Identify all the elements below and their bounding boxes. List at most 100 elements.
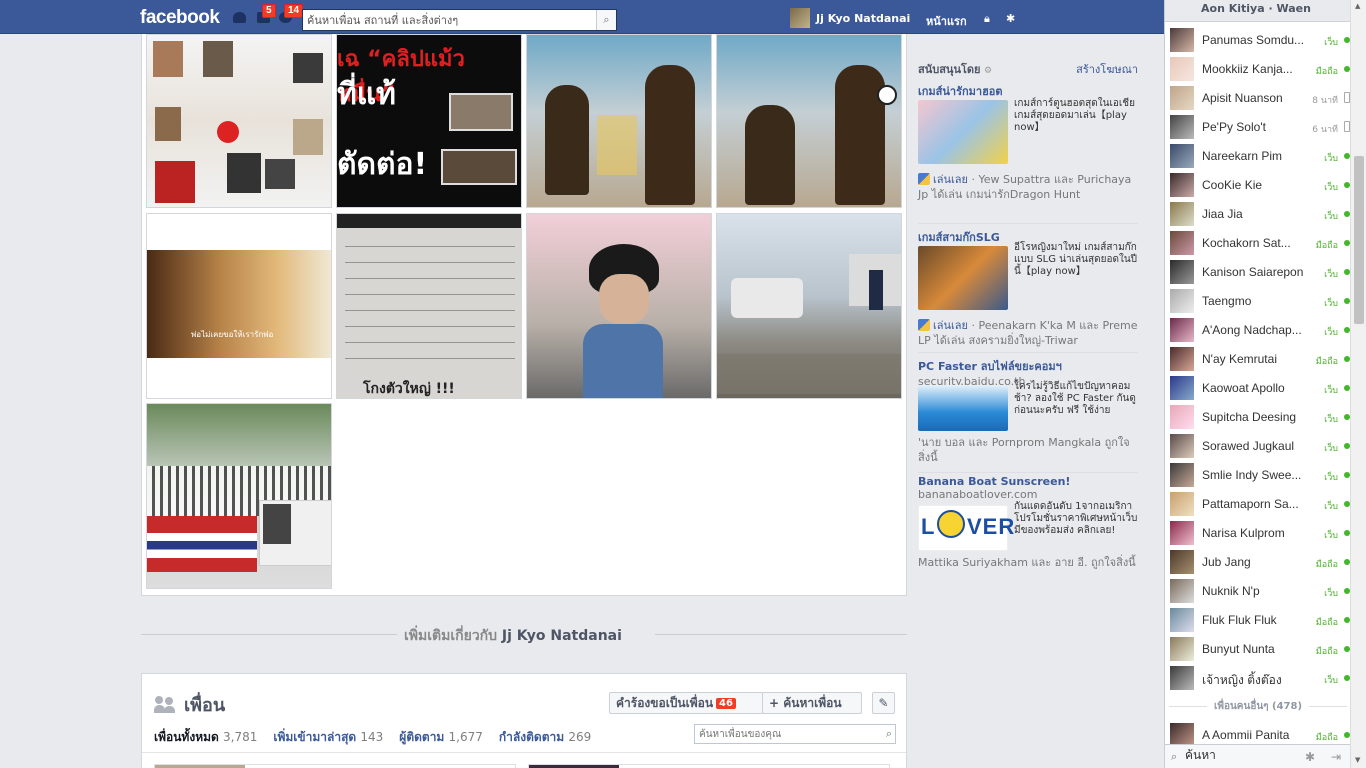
chat-contact[interactable]: Kaowoat Apollo เว็บ bbox=[1170, 375, 1350, 401]
search-icon[interactable]: ⌕ bbox=[886, 727, 892, 741]
chat-contact[interactable]: Mookkiiz Kanja... มือถือ bbox=[1170, 56, 1350, 82]
chat-contact-status: 6 นาที bbox=[1312, 125, 1338, 135]
chat-search-input[interactable] bbox=[1185, 748, 1295, 762]
divider-line bbox=[655, 634, 907, 635]
search-icon[interactable]: ⌕ bbox=[596, 10, 616, 30]
play-now-link[interactable]: เล่นเลย bbox=[933, 173, 968, 186]
photos-panel: เฉ “คลิปแม้วหมื่น” ที่แท้ ตัดต่อ! พ่อไม่… bbox=[141, 34, 907, 596]
ad-unit: เกมส์สามก๊กSLG อีโรหญิงมาใหม่ เกมส์สามก๊… bbox=[918, 228, 1138, 378]
ad-image[interactable] bbox=[918, 100, 1008, 164]
tab-following[interactable]: กำลังติดตาม 269 bbox=[499, 728, 591, 747]
avatar bbox=[1170, 608, 1194, 632]
friend-requests-button[interactable]: คำร้องขอเป็นเพื่อน 46 bbox=[609, 692, 763, 714]
chat-contact[interactable]: Narisa Kulprom เว็บ bbox=[1170, 520, 1350, 546]
friends-search-input[interactable] bbox=[695, 725, 875, 743]
scroll-up-icon[interactable]: ▲ bbox=[1355, 2, 1360, 10]
home-link[interactable]: หน้าแรก bbox=[926, 12, 967, 30]
chat-contact[interactable]: Nuknik N'p เว็บ bbox=[1170, 578, 1350, 604]
profile-link[interactable]: Jj Kyo Natdanai bbox=[790, 8, 910, 28]
scroll-down-icon[interactable]: ▼ bbox=[1355, 756, 1360, 764]
chat-contact-status: มือถือ bbox=[1315, 560, 1338, 570]
chat-contact[interactable]: CooKie Kie เว็บ bbox=[1170, 172, 1350, 198]
app-icon bbox=[918, 173, 930, 185]
friend-requests-label: คำร้องขอเป็นเพื่อน bbox=[616, 695, 714, 710]
chat-contact[interactable]: N'ay Kemrutai มือถือ bbox=[1170, 346, 1350, 372]
photo-thumbnail[interactable]: เฉ “คลิปแม้วหมื่น” ที่แท้ ตัดต่อ! bbox=[336, 34, 522, 208]
friend-card[interactable] bbox=[154, 764, 516, 768]
photo-thumbnail[interactable] bbox=[146, 34, 332, 208]
chat-contact-status: เว็บ bbox=[1324, 183, 1338, 193]
friends-tabs: เพื่อนทั้งหมด 3,781 เพิ่มเข้ามาล่าสุด 14… bbox=[154, 728, 591, 747]
chat-search-bar: ⌕ ✱ ⇥ bbox=[1165, 744, 1351, 768]
photo-thumbnail[interactable]: พ่อไม่เคยขอให้เรารักพ่อ bbox=[146, 213, 332, 399]
tab-all-friends[interactable]: เพื่อนทั้งหมด 3,781 bbox=[154, 728, 257, 747]
find-friends-button[interactable]: + ค้นหาเพื่อน bbox=[762, 692, 862, 714]
friend-requests-icon[interactable] bbox=[232, 10, 248, 24]
chat-contact-status: เว็บ bbox=[1324, 531, 1338, 541]
ad-url[interactable]: bananaboatlover.com bbox=[918, 488, 1138, 501]
avatar bbox=[1170, 492, 1194, 516]
facebook-logo[interactable]: facebook bbox=[140, 7, 220, 29]
ad-image[interactable] bbox=[918, 246, 1008, 310]
edit-pencil-icon[interactable]: ✎ bbox=[872, 692, 895, 714]
top-bar: facebook 5 14 ⌕ Jj Kyo Natdanai หน้าแรก … bbox=[0, 0, 1164, 34]
play-now-link[interactable]: เล่นเลย bbox=[933, 319, 968, 332]
chat-contact[interactable]: Jiaa Jia เว็บ bbox=[1170, 201, 1350, 227]
create-ad-link[interactable]: สร้างโฆษณา bbox=[1076, 60, 1138, 78]
notifications-icon[interactable]: 14 bbox=[278, 4, 304, 24]
ad-title[interactable]: PC Faster ลบไฟล์ขยะคอมฯ bbox=[918, 357, 1138, 375]
chat-contact[interactable]: เจ้าหญิง ติ้งต๊อง เว็บ bbox=[1170, 665, 1350, 691]
friends-divider bbox=[142, 752, 906, 753]
chat-contact[interactable]: Kochakorn Sat... มือถือ bbox=[1170, 230, 1350, 256]
ad-social-context: 'นาย บอล และ Pornprom Mangkala ถูกใจสิ่ง… bbox=[918, 436, 1130, 464]
avatar bbox=[1170, 579, 1194, 603]
sponsored-info-icon[interactable]: ⚙ bbox=[984, 66, 992, 76]
sidebar-toggle-icon[interactable]: ⇥ bbox=[1331, 750, 1341, 764]
photo-thumbnail[interactable] bbox=[146, 403, 332, 589]
tab-recently-added[interactable]: เพิ่มเข้ามาล่าสุด 143 bbox=[273, 728, 383, 747]
chat-contact[interactable]: Supitcha Deesing เว็บ bbox=[1170, 404, 1350, 430]
photo-thumbnail[interactable] bbox=[526, 213, 712, 399]
chat-contact[interactable]: Pattamaporn Sa... เว็บ bbox=[1170, 491, 1350, 517]
gear-icon[interactable]: ✱ bbox=[1305, 750, 1315, 764]
chat-contact[interactable]: Kanison Saiarepon เว็บ bbox=[1170, 259, 1350, 285]
chat-contact-status: เว็บ bbox=[1324, 270, 1338, 280]
chat-contact-name: Taengmo bbox=[1202, 294, 1252, 308]
chat-contact-name: Mookkiiz Kanja... bbox=[1202, 62, 1293, 76]
chat-contact[interactable]: Smlie Indy Swee... เว็บ bbox=[1170, 462, 1350, 488]
chat-contact[interactable]: Panumas Somdu... เว็บ bbox=[1170, 27, 1350, 53]
chat-contact[interactable]: Fluk Fluk Fluk มือถือ bbox=[1170, 607, 1350, 633]
chat-contact[interactable]: A'Aong Nadchap... เว็บ bbox=[1170, 317, 1350, 343]
avatar bbox=[1170, 347, 1194, 371]
ad-image[interactable] bbox=[918, 385, 1008, 431]
chat-top-partial: Aon Kitiya · Waen bbox=[1165, 0, 1351, 22]
scrollbar-thumb[interactable] bbox=[1354, 156, 1364, 324]
chat-contact[interactable]: Apisit Nuanson 8 นาที bbox=[1170, 85, 1350, 111]
chat-contact[interactable]: Nareekarn Pim เว็บ bbox=[1170, 143, 1350, 169]
ad-body: เกมส์การ์ตูนฮอตสุดในเอเชีย เกมส์สุดยอดมา… bbox=[1014, 98, 1135, 133]
photo-thumbnail[interactable]: โกงตัวใหญ่ !!! bbox=[336, 213, 522, 399]
friend-card[interactable] bbox=[528, 764, 890, 768]
photo-thumbnail[interactable] bbox=[526, 34, 712, 208]
more-about-name[interactable]: Jj Kyo Natdanai bbox=[502, 628, 622, 644]
more-about-heading: เพิ่มเติมเกี่ยวกับ Jj Kyo Natdanai bbox=[404, 628, 622, 644]
friends-title[interactable]: เพื่อน bbox=[184, 690, 225, 719]
chat-contact[interactable]: Bunyut Nunta มือถือ bbox=[1170, 636, 1350, 662]
chat-contact[interactable]: Jub Jang มือถือ bbox=[1170, 549, 1350, 575]
ad-title[interactable]: Banana Boat Sunscreen! bbox=[918, 475, 1138, 488]
photo-thumbnail[interactable] bbox=[716, 213, 902, 399]
page-scrollbar[interactable]: ▲ ▼ bbox=[1350, 0, 1366, 768]
global-search-input[interactable] bbox=[303, 10, 593, 30]
tab-followers[interactable]: ผู้ติดตาม 1,677 bbox=[399, 728, 483, 747]
chat-contact[interactable]: Taengmo เว็บ bbox=[1170, 288, 1350, 314]
sponsored-label: สนับสนุนโดย bbox=[918, 63, 981, 76]
messages-icon[interactable]: 5 bbox=[256, 4, 276, 24]
ad-image[interactable]: L VER bbox=[918, 505, 1014, 551]
chat-contact-name: Kochakorn Sat... bbox=[1202, 236, 1291, 250]
chat-contact[interactable]: Pe'Py Solo't 6 นาที bbox=[1170, 114, 1350, 140]
ad-body: อีโรหญิงมาใหม่ เกมส์สามก๊กแบบ SLG น่าเล่… bbox=[1014, 242, 1138, 277]
chat-contact[interactable]: Sorawed Jugkaul เว็บ bbox=[1170, 433, 1350, 459]
photo-thumbnail[interactable] bbox=[716, 34, 902, 208]
gear-icon[interactable]: ✱ bbox=[1006, 12, 1015, 25]
privacy-shortcuts-icon[interactable]: 🔒︎ bbox=[984, 12, 990, 26]
